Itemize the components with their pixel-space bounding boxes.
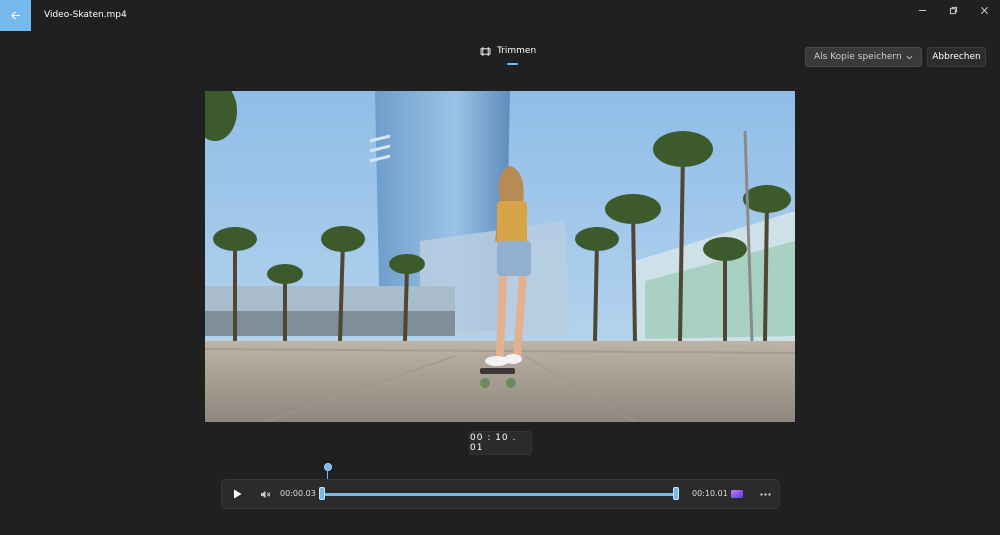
more-icon (759, 492, 771, 496)
back-arrow-icon (11, 11, 21, 20)
chevron-down-icon (906, 55, 913, 59)
save-as-copy-label: Als Kopie speichern (814, 52, 902, 62)
trim-end-time: 00:10.01 (692, 489, 728, 498)
minimize-button[interactable] (907, 0, 938, 20)
save-as-copy-button[interactable]: Als Kopie speichern (805, 47, 922, 67)
current-time-display: 00 : 10 . 01 (469, 431, 532, 455)
clipchamp-button[interactable] (730, 487, 744, 501)
trim-end-handle[interactable] (673, 487, 679, 500)
minimize-icon (918, 9, 927, 11)
trim-start-handle[interactable] (319, 487, 325, 500)
tab-trim[interactable]: Trimmen (480, 46, 536, 56)
restore-button[interactable] (938, 0, 969, 20)
window-controls (907, 0, 1000, 20)
play-icon (233, 489, 241, 499)
trim-control-bar: 00:00.03 00:10.01 (221, 479, 780, 509)
more-options-button[interactable] (757, 487, 773, 501)
video-preview (205, 91, 795, 422)
close-button[interactable] (969, 0, 1000, 20)
cancel-button[interactable]: Abbrechen (927, 47, 986, 67)
mute-icon (260, 490, 270, 498)
play-button[interactable] (230, 487, 244, 501)
playhead-handle[interactable] (324, 463, 332, 471)
active-tab-indicator (507, 63, 518, 65)
close-icon (981, 6, 988, 14)
cancel-label: Abbrechen (932, 52, 981, 62)
restore-icon (949, 6, 958, 14)
trim-start-time: 00:00.03 (280, 489, 316, 498)
back-button[interactable] (0, 0, 31, 31)
window-title: Video-Skaten.mp4 (44, 10, 127, 20)
trim-icon (480, 46, 491, 56)
trim-range-track[interactable] (323, 493, 676, 496)
clipchamp-icon (731, 490, 743, 498)
mute-button[interactable] (257, 487, 273, 501)
tab-trim-label: Trimmen (497, 46, 537, 56)
